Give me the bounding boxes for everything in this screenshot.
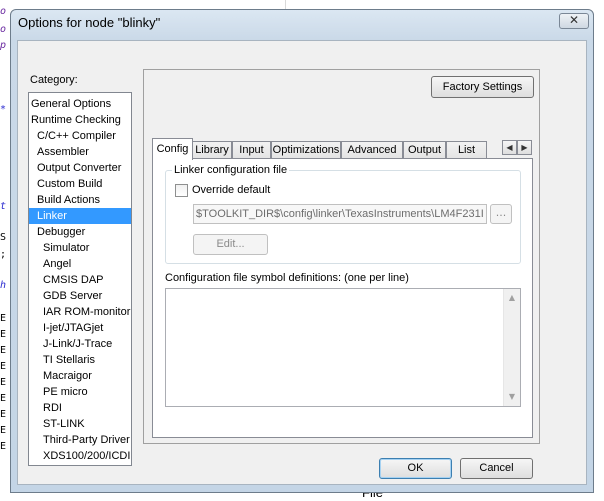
scroll-up-icon[interactable]: ▲ <box>504 293 520 302</box>
code-fragment: o <box>0 24 7 35</box>
category-item[interactable]: XDS100/200/ICDI <box>29 448 131 464</box>
code-fragment: S <box>0 232 7 243</box>
linker-tabstrip: ◀ ▶ Config Library Input Optimizations Advan… <box>152 138 534 160</box>
code-fragment: t <box>0 201 7 212</box>
tab-config[interactable]: Config <box>152 138 193 160</box>
tab-library[interactable]: Library <box>192 141 232 159</box>
category-item[interactable]: RDI <box>29 400 131 416</box>
category-item[interactable]: PE micro <box>29 384 131 400</box>
tab-list[interactable]: List <box>446 141 487 159</box>
category-item[interactable]: Runtime Checking <box>29 112 131 128</box>
category-item-label: Debugger <box>37 226 86 238</box>
category-item-label: Simulator <box>43 242 90 254</box>
category-item[interactable]: Angel <box>29 256 131 272</box>
category-item-label: C/C++ Compiler <box>37 130 116 142</box>
tab-input[interactable]: Input <box>232 141 271 159</box>
category-item-label: GDB Server <box>43 290 103 302</box>
arrow-left-icon: ◀ <box>506 143 513 152</box>
scroll-down-icon[interactable]: ▼ <box>504 392 520 401</box>
tab-output[interactable]: Output <box>403 141 446 159</box>
category-item[interactable]: GDB Server <box>29 288 131 304</box>
category-item[interactable]: General Options <box>29 96 131 112</box>
symbol-definitions-textarea[interactable]: ▲ ▼ <box>165 288 521 407</box>
code-fragment: E <box>0 361 7 372</box>
code-fragment: E <box>0 393 7 404</box>
category-item[interactable]: Output Converter <box>29 160 131 176</box>
code-fragment: * <box>0 104 7 115</box>
category-item-label: ST-LINK <box>43 418 85 430</box>
category-item[interactable]: Build Actions <box>29 192 131 208</box>
category-item-label: I-jet/JTAGjet <box>43 322 104 334</box>
category-item[interactable]: CMSIS DAP <box>29 272 131 288</box>
close-icon: ✕ <box>568 13 580 27</box>
category-label: Category: <box>30 74 78 86</box>
category-item[interactable]: Custom Build <box>29 176 131 192</box>
symbols-scrollbar[interactable]: ▲ ▼ <box>503 289 520 406</box>
dialog-title: Options for node "blinky" <box>18 15 161 30</box>
category-item[interactable]: Third-Party Driver <box>29 432 131 448</box>
category-item-label: Build Actions <box>37 194 100 206</box>
tab-scroll-right-button[interactable]: ▶ <box>517 140 532 155</box>
code-fragment: E <box>0 441 7 452</box>
background-right-strip <box>594 0 604 501</box>
category-item-label: PE micro <box>43 386 88 398</box>
category-item-label: Macraigor <box>43 370 92 382</box>
category-item-label: Third-Party Driver <box>43 434 130 446</box>
category-item[interactable]: Linker <box>29 208 131 224</box>
category-item-label: XDS100/200/ICDI <box>43 450 131 462</box>
category-item[interactable]: ST-LINK <box>29 416 131 432</box>
code-fragment: ; <box>0 249 7 260</box>
code-fragment: E <box>0 345 7 356</box>
override-default-label[interactable]: Override default <box>192 184 270 196</box>
category-item[interactable]: C/C++ Compiler <box>29 128 131 144</box>
code-fragment: E <box>0 409 7 420</box>
category-item[interactable]: J-Link/J-Trace <box>29 336 131 352</box>
category-item-label: Custom Build <box>37 178 103 190</box>
category-item-label: RDI <box>43 402 62 414</box>
category-item[interactable]: TI Stellaris <box>29 352 131 368</box>
groupbox-title: Linker configuration file <box>172 164 290 176</box>
edit-button[interactable]: Edit... <box>193 234 268 255</box>
category-list[interactable]: General Options Runtime Checking C/C++ Com… <box>28 92 132 466</box>
code-fragment: E <box>0 329 7 340</box>
ok-button[interactable]: OK <box>379 458 452 479</box>
code-fragment: h <box>0 280 7 291</box>
category-item-label: Angel <box>43 258 72 270</box>
close-button[interactable]: ✕ <box>559 13 589 29</box>
category-item-label: General Options <box>31 98 112 110</box>
code-fragment: E <box>0 313 7 324</box>
code-fragment: E <box>0 377 7 388</box>
cancel-button[interactable]: Cancel <box>460 458 533 479</box>
symbol-definitions-label: Configuration file symbol definitions: (… <box>165 272 409 284</box>
category-item[interactable]: Debugger <box>29 224 131 240</box>
category-item-label: CMSIS DAP <box>43 274 104 286</box>
code-fragment: p <box>0 40 7 51</box>
category-item[interactable]: Macraigor <box>29 368 131 384</box>
code-fragment: E <box>0 425 7 436</box>
category-item-label: TI Stellaris <box>43 354 95 366</box>
category-item-label: Output Converter <box>37 162 122 174</box>
tab-advanced[interactable]: Advanced <box>341 141 403 159</box>
category-item-label: Runtime Checking <box>31 114 121 126</box>
category-item-label: J-Link/J-Trace <box>43 338 113 350</box>
tab-scroll-left-button[interactable]: ◀ <box>502 140 517 155</box>
category-item[interactable]: I-jet/JTAGjet <box>29 320 131 336</box>
tab-optimizations[interactable]: Optimizations <box>271 141 341 159</box>
category-item-label: Linker <box>37 210 67 222</box>
arrow-right-icon: ▶ <box>521 143 528 152</box>
factory-settings-button[interactable]: Factory Settings <box>431 76 534 98</box>
category-item-label: Assembler <box>37 146 89 158</box>
override-default-checkbox[interactable] <box>175 184 188 197</box>
code-fragment: o <box>0 6 7 17</box>
browse-button[interactable]: ... <box>490 204 512 224</box>
config-file-path-input[interactable]: $TOOLKIT_DIR$\config\linker\TexasInstrum… <box>193 204 487 224</box>
category-item-label: IAR ROM-monitor <box>43 306 131 318</box>
category-item[interactable]: IAR ROM-monitor <box>29 304 131 320</box>
category-item[interactable]: Assembler <box>29 144 131 160</box>
category-item[interactable]: Simulator <box>29 240 131 256</box>
